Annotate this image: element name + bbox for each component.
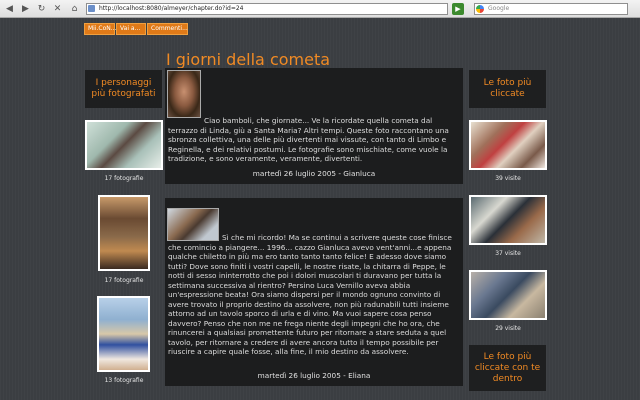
google-icon (476, 5, 484, 13)
forward-icon[interactable]: ▶ (19, 3, 32, 15)
page-icon (88, 5, 95, 12)
visit-count-1: 39 visite (495, 175, 521, 182)
browser-toolbar: ◀ ▶ ↻ ✕ ⌂ http://localhost:8080/almeyer/… (0, 0, 640, 18)
top-photo-3[interactable] (469, 270, 547, 320)
stop-icon[interactable]: ✕ (51, 3, 64, 15)
top-photo-1[interactable] (469, 120, 547, 170)
visit-count-2: 37 visite (495, 250, 521, 257)
search-input[interactable]: Google (474, 3, 628, 15)
top-photo-2[interactable] (469, 195, 547, 245)
post-text-1: Ciao bamboli, che giornate... Ve la rico… (168, 116, 449, 163)
back-icon[interactable]: ◀ (3, 3, 16, 15)
photo-count-3: 13 fotografie (104, 377, 144, 384)
avatar[interactable] (167, 70, 201, 118)
home-icon[interactable]: ⌂ (68, 3, 81, 15)
person-photo-3[interactable] (97, 296, 150, 372)
photo-count-2: 17 fotografie (104, 277, 144, 284)
nav-item-goto[interactable]: Vai a... (116, 23, 146, 35)
left-sidebar-heading: I personaggi più fotografati (85, 70, 162, 108)
post-text-2: Sì che mi ricordo! Ma se continui a scri… (168, 233, 452, 356)
post-footer-2: martedì 26 luglio 2005 - Eliana (257, 371, 371, 380)
page-title: I giorni della cometa (166, 50, 331, 69)
url-input[interactable]: http://localhost:8080/almeyer/chapter.do… (86, 3, 448, 15)
photo-count-1: 17 fotografie (104, 175, 144, 182)
right-sidebar-heading-2: Le foto più cliccate con te dentro (469, 345, 546, 391)
visit-count-3: 29 visite (495, 325, 521, 332)
go-button[interactable]: ▶ (452, 3, 464, 15)
reload-icon[interactable]: ↻ (35, 3, 48, 15)
post-footer-1: martedì 26 luglio 2005 - Gianluca (252, 169, 376, 178)
person-photo-1[interactable] (85, 120, 163, 170)
nav-item-comments[interactable]: Commenti... (147, 23, 188, 35)
nav-item-home[interactable]: Mii.CoN... (84, 23, 117, 35)
right-sidebar-heading: Le foto più cliccate (469, 70, 546, 108)
person-photo-2[interactable] (98, 195, 150, 271)
